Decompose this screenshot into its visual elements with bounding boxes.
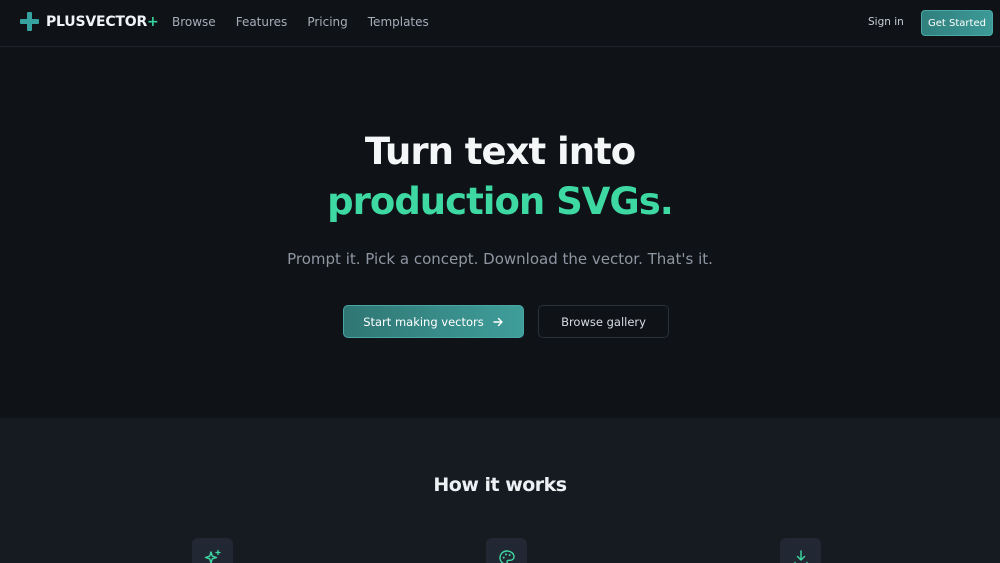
nav-link-features[interactable]: Features — [236, 15, 288, 29]
arrow-right-icon — [492, 316, 504, 328]
primary-cta-label: Start making vectors — [363, 314, 484, 329]
nav-link-pricing[interactable]: Pricing — [307, 15, 347, 29]
top-nav: PLUSVECTOR + Browse Features Pricing Tem… — [0, 0, 1000, 47]
browse-gallery-button[interactable]: Browse gallery — [538, 305, 669, 338]
brand-name: PLUSVECTOR — [46, 13, 148, 30]
plus-logo-icon — [20, 12, 39, 31]
page: PLUSVECTOR + Browse Features Pricing Tem… — [0, 0, 1000, 563]
nav-link-browse[interactable]: Browse — [172, 15, 216, 29]
hero-headline-line2: production SVGs. — [327, 180, 674, 223]
nav-links: Browse Features Pricing Templates — [172, 15, 449, 29]
hero-subtitle: Prompt it. Pick a concept. Download the … — [287, 250, 713, 268]
nav-link-templates[interactable]: Templates — [368, 15, 429, 29]
start-making-vectors-button[interactable]: Start making vectors — [343, 305, 524, 338]
brand-suffix: + — [147, 13, 159, 30]
sparkles-icon — [192, 538, 233, 563]
hero-headline-line1: Turn text into — [364, 130, 636, 173]
brand-logo[interactable]: PLUSVECTOR + — [20, 12, 159, 31]
palette-icon — [486, 538, 527, 563]
how-it-works-title: How it works — [433, 474, 567, 496]
download-icon — [780, 538, 821, 563]
sign-in-link[interactable]: Sign in — [868, 16, 904, 28]
how-it-works-section: How it works — [0, 418, 1000, 563]
get-started-button[interactable]: Get Started — [921, 10, 993, 36]
hero-section: Turn text into production SVGs. Prompt i… — [0, 48, 1000, 418]
